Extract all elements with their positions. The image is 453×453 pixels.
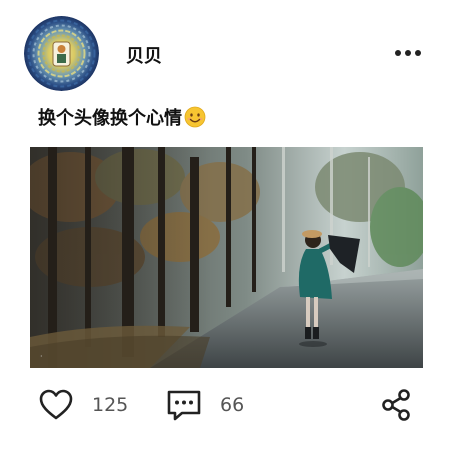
svg-text:·: · bbox=[40, 352, 43, 361]
more-options-button[interactable] bbox=[390, 40, 426, 66]
like-button[interactable]: 125 bbox=[38, 384, 128, 426]
caption-text: 换个头像换个心情 bbox=[38, 108, 182, 129]
post-caption: 换个头像换个心情 bbox=[38, 104, 206, 130]
avatar[interactable] bbox=[24, 16, 99, 91]
comment-button[interactable]: 66 bbox=[166, 384, 244, 426]
more-dots-icon bbox=[395, 50, 421, 56]
heart-icon bbox=[39, 389, 73, 420]
forest-road-image: · bbox=[30, 147, 423, 368]
post-photo[interactable]: · bbox=[30, 147, 423, 368]
comment-count: 66 bbox=[220, 394, 245, 416]
avatar-image bbox=[24, 16, 99, 91]
like-count: 125 bbox=[92, 394, 129, 416]
comment-icon bbox=[167, 390, 201, 421]
share-icon bbox=[382, 389, 410, 421]
share-button[interactable] bbox=[380, 384, 412, 426]
username[interactable]: 贝贝 bbox=[126, 42, 162, 68]
smiling-face-emoji-icon bbox=[184, 106, 206, 128]
